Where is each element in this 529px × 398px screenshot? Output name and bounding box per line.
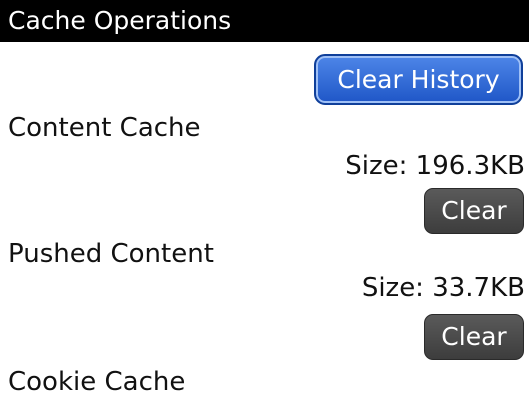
screen-title: Cache Operations (8, 6, 232, 35)
clear-content-cache-button[interactable]: Clear (424, 188, 524, 234)
pushed-content-size: Size: 33.7KB (361, 273, 525, 303)
cookie-cache-label: Cookie Cache (8, 367, 186, 397)
content-cache-label: Content Cache (8, 113, 201, 143)
clear-history-button[interactable]: Clear History (314, 54, 523, 105)
title-bar: Cache Operations (0, 0, 529, 42)
content-cache-size: Size: 196.3KB (345, 151, 525, 181)
clear-pushed-content-button[interactable]: Clear (424, 314, 524, 360)
pushed-content-label: Pushed Content (8, 239, 214, 269)
